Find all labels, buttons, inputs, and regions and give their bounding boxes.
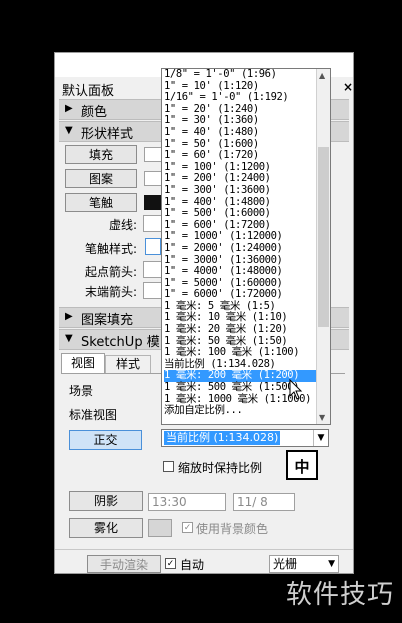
stroke-style-label: 笔触样式: — [85, 242, 138, 256]
scale-option[interactable]: 1" = 4000' (1:48000) — [164, 265, 316, 278]
shadow-date-field[interactable]: 11/ 8 — [233, 493, 295, 511]
section-shape-style-label: 形状样式 — [81, 127, 134, 142]
end-arrow-select[interactable] — [143, 282, 163, 299]
keep-scale-checkbox[interactable] — [163, 461, 174, 472]
dash-label: 虚线: — [109, 218, 138, 232]
dash-select[interactable] — [143, 215, 163, 232]
use-bg-color-checkbox[interactable]: ✓ — [182, 522, 193, 533]
close-icon[interactable]: × — [343, 80, 353, 100]
ortho-button[interactable]: 正交 — [69, 430, 142, 450]
auto-label: 自动 — [180, 558, 205, 572]
stroke-color-swatch[interactable] — [144, 195, 162, 210]
collapse-arrow-icon: ▼ — [65, 333, 73, 344]
scale-combo[interactable]: 当前比例 (1:134.028) ▼ — [161, 429, 329, 447]
render-mode-select[interactable]: 光栅 ▼ — [269, 555, 339, 573]
dropdown-scrollbar[interactable]: ▲ ▼ — [316, 69, 330, 424]
scale-option[interactable]: 添加自定比例... — [164, 405, 316, 417]
scale-option[interactable]: 1 毫米: 20 毫米 (1:20) — [164, 323, 316, 336]
chevron-down-icon[interactable]: ▼ — [313, 430, 328, 446]
tab-view[interactable]: 视图 — [61, 353, 105, 373]
auto-checkbox[interactable]: ✓ — [165, 558, 176, 569]
stroke-style-select[interactable] — [145, 238, 161, 255]
use-bg-color-label: 使用背景颜色 — [196, 522, 269, 536]
fill-color-swatch[interactable] — [144, 147, 162, 162]
standard-view-label: 标准视图 — [69, 408, 118, 422]
fog-button[interactable]: 雾化 — [69, 518, 143, 538]
watermark: 软件技巧 — [286, 580, 395, 610]
section-sketchup-model-label: SketchUp 模 — [81, 335, 160, 350]
scroll-down-icon[interactable]: ▼ — [319, 413, 325, 422]
keep-scale-label: 缩放时保持比例 — [178, 461, 263, 475]
pattern-button[interactable]: 图案 — [65, 169, 137, 188]
render-mode-value: 光栅 — [273, 557, 298, 571]
chevron-down-icon: ▼ — [328, 559, 335, 569]
scene-label: 场景 — [69, 384, 94, 398]
scale-option[interactable]: 1" = 2000' (1:24000) — [164, 242, 316, 255]
end-arrow-label: 末端箭头: — [85, 285, 138, 299]
fill-button[interactable]: 填充 — [65, 145, 137, 164]
collapse-arrow-icon: ▼ — [65, 125, 73, 136]
divider — [55, 549, 353, 550]
scale-option[interactable]: 1/8" = 1'-0" (1:96) — [164, 69, 316, 81]
pattern-swatch[interactable] — [144, 171, 162, 186]
ime-indicator: 中 — [286, 450, 318, 480]
scale-option[interactable]: 1" = 40' (1:480) — [164, 126, 316, 139]
mouse-pointer-icon — [289, 379, 303, 400]
scale-combo-value: 当前比例 (1:134.028) — [164, 431, 281, 445]
stroke-button[interactable]: 笔触 — [65, 193, 137, 212]
scale-dropdown-list[interactable]: 1/8" = 1'-0" (1:96) 1" = 10' (1:120) 1/16"… — [161, 68, 331, 425]
fog-color-swatch[interactable] — [148, 519, 172, 537]
expand-arrow-icon: ▶ — [65, 311, 73, 322]
panel-title: 默认面板 — [62, 84, 115, 99]
start-arrow-label: 起点箭头: — [85, 265, 138, 279]
scale-option[interactable]: 1" = 300' (1:3600) — [164, 184, 316, 197]
scale-options: 1/8" = 1'-0" (1:96) 1" = 10' (1:120) 1/16"… — [164, 69, 316, 417]
scale-option[interactable]: 1" = 60' (1:720) — [164, 150, 316, 162]
section-pattern-fill-label: 图案填充 — [81, 313, 134, 328]
start-arrow-select[interactable] — [143, 261, 163, 278]
shadow-time-field[interactable]: 13:30 — [148, 493, 226, 511]
shadow-button[interactable]: 阴影 — [69, 491, 143, 511]
manual-render-button[interactable]: 手动渲染 — [87, 555, 161, 573]
section-color-label: 颜色 — [81, 105, 108, 120]
scroll-up-icon[interactable]: ▲ — [319, 71, 325, 80]
expand-arrow-icon: ▶ — [65, 103, 73, 114]
tab-style[interactable]: 样式 — [105, 355, 151, 373]
scroll-thumb[interactable] — [318, 147, 329, 327]
scale-option[interactable]: 1" = 500' (1:6000) — [164, 208, 316, 220]
